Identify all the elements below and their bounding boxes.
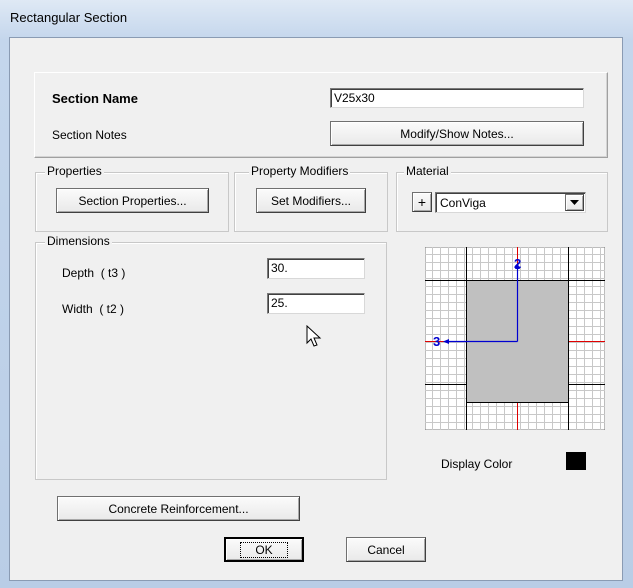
- ok-button-label: OK: [240, 541, 288, 558]
- width-label: Width ( t2 ): [62, 302, 125, 316]
- mouse-cursor-icon: [306, 325, 322, 347]
- material-group-label: Material: [404, 164, 451, 178]
- concrete-reinforcement-button[interactable]: Concrete Reinforcement...: [57, 496, 300, 521]
- section-name-input[interactable]: V25x30: [330, 88, 584, 108]
- title-bar[interactable]: Rectangular Section: [0, 0, 633, 36]
- display-color-label: Display Color: [441, 457, 513, 471]
- modify-notes-button[interactable]: Modify/Show Notes...: [330, 121, 584, 146]
- axis-3-label: 3: [433, 334, 440, 349]
- display-color-swatch[interactable]: [566, 452, 586, 470]
- depth-label: Depth ( t3 ): [62, 266, 126, 280]
- section-name-label: Section Name: [52, 91, 138, 106]
- width-input[interactable]: 25.: [267, 293, 365, 314]
- section-properties-button[interactable]: Section Properties...: [56, 188, 209, 213]
- dimensions-group-label: Dimensions: [45, 234, 112, 248]
- ok-button[interactable]: OK: [224, 537, 304, 562]
- properties-group-label: Properties: [45, 164, 104, 178]
- property-modifiers-group-label: Property Modifiers: [249, 164, 351, 178]
- window-title: Rectangular Section: [10, 10, 128, 25]
- section-preview: 2 3: [425, 247, 605, 430]
- material-select-value: ConViga: [440, 196, 486, 210]
- dialog-window: Rectangular Section Section Name V25x30 …: [0, 0, 633, 588]
- section-notes-label: Section Notes: [52, 128, 127, 142]
- set-modifiers-button[interactable]: Set Modifiers...: [256, 188, 366, 213]
- depth-input[interactable]: 30.: [267, 258, 365, 279]
- chevron-down-icon: [570, 199, 579, 205]
- add-material-button[interactable]: +: [412, 192, 432, 212]
- material-dropdown-button[interactable]: [565, 194, 584, 211]
- cancel-button[interactable]: Cancel: [346, 537, 426, 562]
- material-select[interactable]: ConViga: [435, 192, 586, 213]
- axis-2-label: 2: [514, 256, 521, 271]
